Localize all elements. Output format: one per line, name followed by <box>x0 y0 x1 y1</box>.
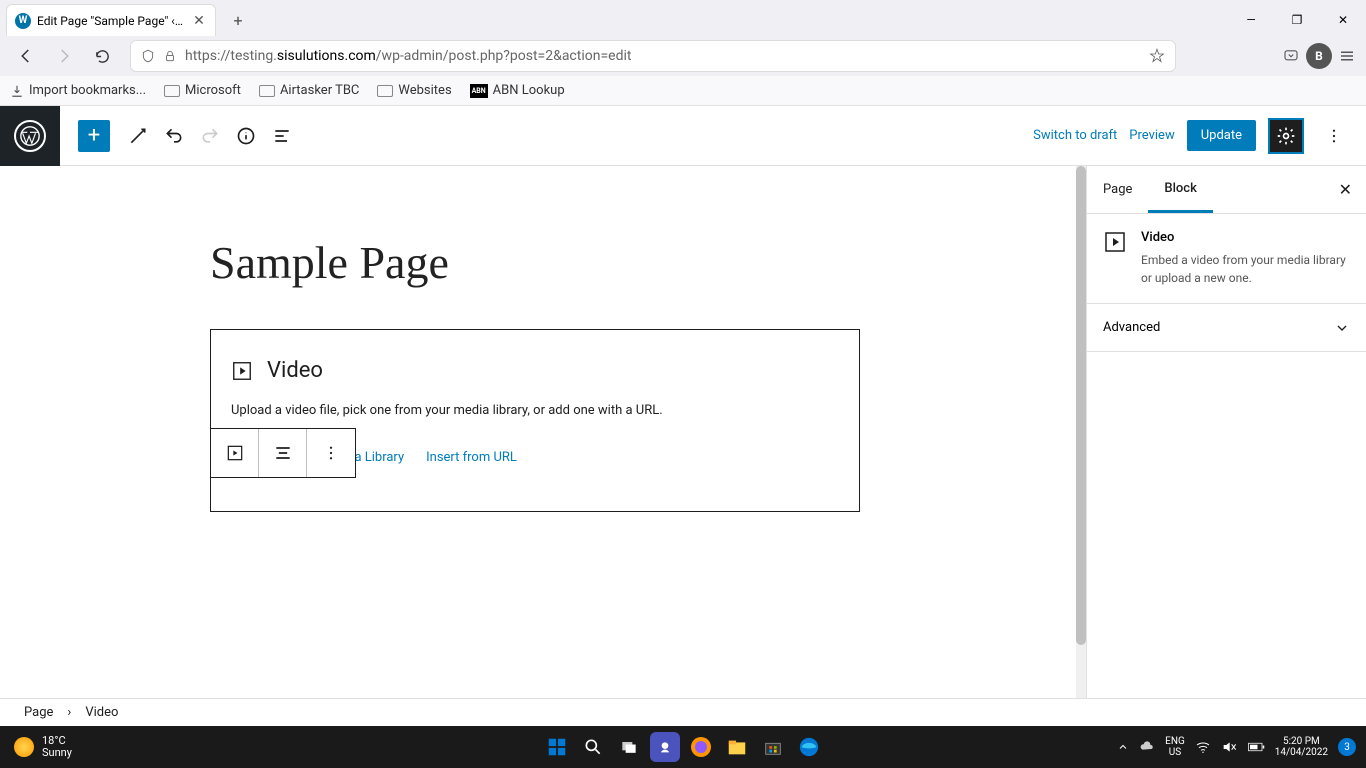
chevron-down-icon <box>1334 320 1350 336</box>
wordpress-icon <box>14 120 46 152</box>
pocket-icon[interactable] <box>1282 47 1300 65</box>
video-block[interactable]: Video Upload a video file, pick one from… <box>210 329 860 512</box>
preview-button[interactable]: Preview <box>1129 128 1174 143</box>
breadcrumb-page[interactable]: Page <box>24 705 53 720</box>
align-button[interactable] <box>259 429 307 477</box>
task-view-button[interactable] <box>614 732 644 762</box>
outline-button[interactable] <box>264 118 300 154</box>
tray-expand-icon[interactable] <box>1117 741 1129 753</box>
url-text: https://testing.sisulutions.com/wp-admin… <box>185 48 631 64</box>
language-indicator[interactable]: ENGUS <box>1165 736 1185 758</box>
wordpress-favicon-icon: W <box>15 13 31 29</box>
breadcrumb: Page › Video <box>0 698 1366 726</box>
video-block-description: Upload a video file, pick one from your … <box>231 403 839 418</box>
wifi-icon[interactable] <box>1195 739 1211 755</box>
update-button[interactable]: Update <box>1187 120 1256 151</box>
folder-icon <box>164 85 180 97</box>
notifications-badge[interactable]: 3 <box>1338 738 1356 756</box>
battery-icon[interactable] <box>1247 740 1265 754</box>
add-block-button[interactable]: + <box>78 120 110 152</box>
tools-button[interactable] <box>120 118 156 154</box>
bookmark-import[interactable]: Import bookmarks... <box>10 83 146 98</box>
settings-sidebar: Page Block ✕ Video Embed a video from yo… <box>1086 166 1366 698</box>
bookmark-websites[interactable]: Websites <box>377 83 451 98</box>
chevron-right-icon: › <box>67 705 71 720</box>
insert-from-url-button[interactable]: Insert from URL <box>426 450 517 465</box>
tab-page[interactable]: Page <box>1087 166 1148 213</box>
undo-button[interactable] <box>156 118 192 154</box>
close-sidebar-button[interactable]: ✕ <box>1325 180 1366 199</box>
close-window-button[interactable]: ✕ <box>1320 4 1366 36</box>
page-title[interactable]: Sample Page <box>210 236 1076 289</box>
tab-block[interactable]: Block <box>1148 166 1212 213</box>
breadcrumb-video[interactable]: Video <box>85 705 118 720</box>
abn-icon: ABN <box>470 84 488 98</box>
video-icon <box>231 360 253 382</box>
gear-icon <box>1276 126 1296 146</box>
bookmarks-bar: Import bookmarks... Microsoft Airtasker … <box>0 76 1366 106</box>
weather-widget[interactable]: 18°C Sunny <box>0 735 72 759</box>
editor-toolbar: + Switch to draft Preview Update <box>0 106 1366 166</box>
editor-canvas[interactable]: Sample Page Video Upload a video file, p… <box>0 166 1076 698</box>
chat-app-icon[interactable] <box>650 732 680 762</box>
start-button[interactable] <box>542 732 572 762</box>
tab-title: Edit Page "Sample Page" ‹ My W <box>37 14 185 28</box>
folder-icon <box>377 85 393 97</box>
new-tab-button[interactable]: + <box>224 6 252 34</box>
redo-button <box>192 118 228 154</box>
maximize-button[interactable]: ❐ <box>1274 4 1320 36</box>
browser-tab[interactable]: W Edit Page "Sample Page" ‹ My W ✕ <box>6 4 216 36</box>
advanced-label: Advanced <box>1103 320 1160 335</box>
profile-button[interactable]: B <box>1306 43 1332 69</box>
sidebar-block-title: Video <box>1141 230 1350 245</box>
address-bar[interactable]: https://testing.sisulutions.com/wp-admin… <box>130 40 1176 72</box>
block-more-button[interactable] <box>307 429 355 477</box>
edge-icon[interactable] <box>794 732 824 762</box>
video-block-heading: Video <box>267 358 323 383</box>
bookmark-star-icon[interactable] <box>1149 48 1165 64</box>
windows-taskbar: 18°C Sunny ENGUS <box>0 726 1366 768</box>
advanced-panel[interactable]: Advanced <box>1087 304 1366 352</box>
switch-to-draft-button[interactable]: Switch to draft <box>1033 128 1117 143</box>
shield-icon <box>141 49 155 63</box>
wordpress-logo-button[interactable] <box>0 106 60 166</box>
onedrive-icon[interactable] <box>1139 739 1155 755</box>
store-icon[interactable] <box>758 732 788 762</box>
scrollbar-thumb[interactable] <box>1076 166 1086 645</box>
weather-condition: Sunny <box>42 747 72 759</box>
settings-button[interactable] <box>1268 118 1304 154</box>
block-toolbar <box>210 428 356 478</box>
options-button[interactable] <box>1316 118 1352 154</box>
bookmark-abn[interactable]: ABNABN Lookup <box>470 83 565 98</box>
reload-button[interactable] <box>86 40 118 72</box>
minimize-button[interactable]: — <box>1228 4 1274 36</box>
clock[interactable]: 5:20 PM14/04/2022 <box>1275 736 1328 758</box>
tab-close-button[interactable]: ✕ <box>191 13 207 29</box>
bookmark-airtasker[interactable]: Airtasker TBC <box>259 83 359 98</box>
sidebar-block-description: Embed a video from your media library or… <box>1141 251 1350 287</box>
hamburger-menu-icon[interactable] <box>1338 47 1356 65</box>
file-explorer-icon[interactable] <box>722 732 752 762</box>
bookmark-microsoft[interactable]: Microsoft <box>164 83 241 98</box>
sun-icon <box>14 737 34 757</box>
block-type-button[interactable] <box>211 429 259 477</box>
video-icon <box>1103 230 1127 254</box>
forward-button <box>48 40 80 72</box>
lock-icon <box>163 49 177 63</box>
back-button[interactable] <box>10 40 42 72</box>
search-button[interactable] <box>578 732 608 762</box>
details-button[interactable] <box>228 118 264 154</box>
scrollbar[interactable] <box>1076 166 1086 698</box>
volume-icon[interactable] <box>1221 739 1237 755</box>
folder-icon <box>259 85 275 97</box>
firefox-icon[interactable] <box>686 732 716 762</box>
